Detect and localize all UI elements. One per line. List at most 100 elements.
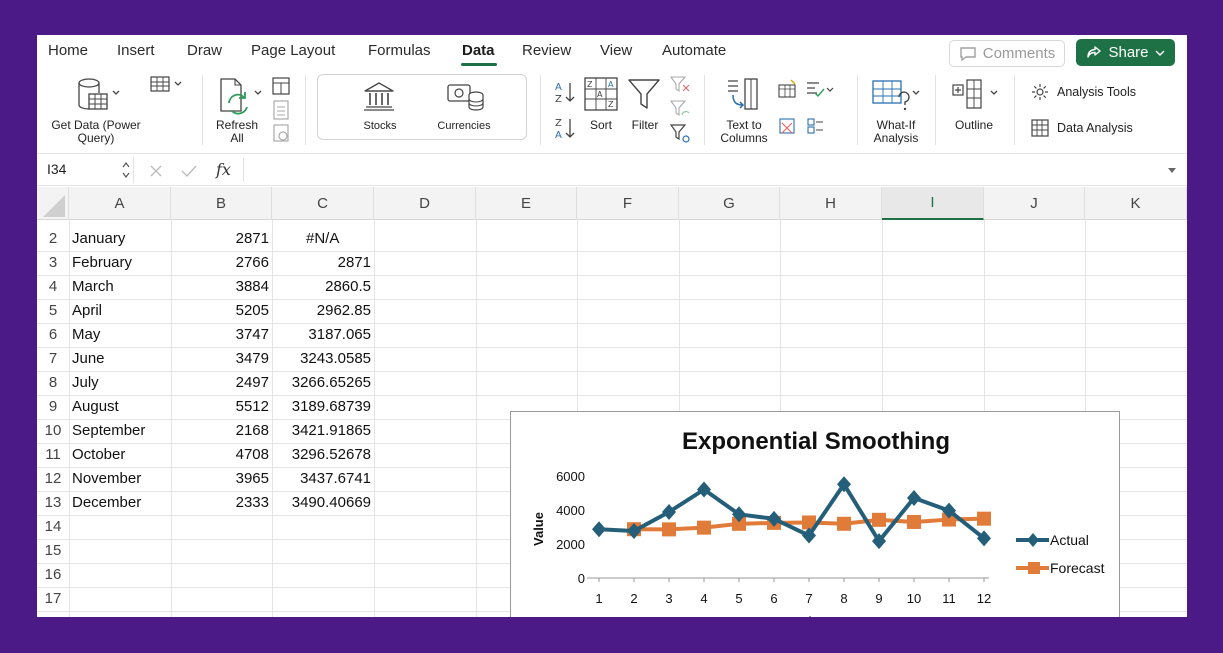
tab-view[interactable]: View bbox=[600, 42, 632, 59]
row-header[interactable]: 9 bbox=[37, 398, 69, 415]
row-header[interactable]: 8 bbox=[37, 374, 69, 391]
currencies-button[interactable] bbox=[446, 81, 486, 118]
data-analysis-button[interactable]: Data Analysis bbox=[1031, 119, 1133, 137]
row-header[interactable]: 10 bbox=[37, 422, 69, 439]
column-header-d[interactable]: D bbox=[374, 187, 476, 220]
cell-forecast[interactable]: 3490.40669 bbox=[272, 494, 371, 511]
sort-button[interactable]: Z A A Z bbox=[584, 77, 618, 116]
what-if-analysis-button[interactable] bbox=[871, 77, 923, 118]
tab-review[interactable]: Review bbox=[522, 42, 571, 59]
cell-actual[interactable]: 3747 bbox=[171, 326, 269, 343]
column-header-h[interactable]: H bbox=[780, 187, 882, 220]
row-header[interactable]: 13 bbox=[37, 494, 69, 511]
cell-month[interactable]: January bbox=[72, 230, 125, 247]
cancel-icon[interactable] bbox=[149, 164, 163, 178]
cell-actual[interactable]: 3479 bbox=[171, 350, 269, 367]
name-box-stepper-icon[interactable] bbox=[121, 160, 131, 180]
worksheet-grid[interactable]: ABCDEFGHIJK 2 January 2871 #N/A 3 February 276… bbox=[37, 187, 1187, 617]
cell-actual[interactable]: 2168 bbox=[171, 422, 269, 439]
cell-actual[interactable]: 2871 bbox=[171, 230, 269, 247]
cell-month[interactable]: April bbox=[72, 302, 102, 319]
column-header-j[interactable]: J bbox=[984, 187, 1085, 220]
cell-actual[interactable]: 3965 bbox=[171, 470, 269, 487]
row-header[interactable]: 14 bbox=[37, 518, 69, 535]
row-header[interactable]: 4 bbox=[37, 278, 69, 295]
tab-formulas[interactable]: Formulas bbox=[368, 42, 431, 59]
cell-forecast[interactable]: 3266.65265 bbox=[272, 374, 371, 391]
column-header-c[interactable]: C bbox=[272, 187, 374, 220]
exponential-smoothing-chart[interactable]: Exponential Smoothing 0 2000 4000 6000 1 2 3 4 5 6… bbox=[510, 411, 1120, 617]
column-header-g[interactable]: G bbox=[679, 187, 780, 220]
name-box[interactable]: I34 bbox=[37, 157, 134, 183]
tab-draw[interactable]: Draw bbox=[187, 42, 222, 59]
tab-page-layout[interactable]: Page Layout bbox=[251, 42, 335, 59]
tab-home[interactable]: Home bbox=[48, 42, 88, 59]
row-header[interactable]: 5 bbox=[37, 302, 69, 319]
cell-forecast[interactable]: 3437.6741 bbox=[272, 470, 371, 487]
cell-actual[interactable]: 3884 bbox=[171, 278, 269, 295]
cell-month[interactable]: September bbox=[72, 422, 145, 439]
existing-connections-button[interactable] bbox=[149, 75, 187, 100]
column-header-b[interactable]: B bbox=[171, 187, 272, 220]
cell-actual[interactable]: 2766 bbox=[171, 254, 269, 271]
column-header-i[interactable]: I bbox=[882, 187, 984, 220]
select-all-corner[interactable] bbox=[37, 187, 69, 220]
cell-forecast[interactable]: 2860.5 bbox=[272, 278, 371, 295]
cell-actual[interactable]: 2333 bbox=[171, 494, 269, 511]
cell-forecast[interactable]: 2871 bbox=[272, 254, 371, 271]
row-header[interactable]: 12 bbox=[37, 470, 69, 487]
row-header[interactable]: 15 bbox=[37, 542, 69, 559]
get-data-button[interactable] bbox=[75, 77, 123, 118]
queries-connections-button[interactable] bbox=[270, 77, 292, 150]
fx-icon[interactable]: fx bbox=[216, 160, 231, 179]
column-header-e[interactable]: E bbox=[476, 187, 577, 220]
cell-month[interactable]: February bbox=[72, 254, 132, 271]
cell-forecast[interactable]: 3296.52678 bbox=[272, 446, 371, 463]
row-header[interactable]: 7 bbox=[37, 350, 69, 367]
cell-actual[interactable]: 5512 bbox=[171, 398, 269, 415]
cell-forecast[interactable]: 3243.0585 bbox=[272, 350, 371, 367]
cell-actual[interactable]: 2497 bbox=[171, 374, 269, 391]
column-header-k[interactable]: K bbox=[1085, 187, 1187, 220]
filter-button[interactable] bbox=[627, 77, 661, 116]
cell-actual[interactable]: 5205 bbox=[171, 302, 269, 319]
row-header[interactable]: 2 bbox=[37, 230, 69, 247]
analysis-tools-button[interactable]: Analysis Tools bbox=[1031, 83, 1136, 101]
cell-month[interactable]: May bbox=[72, 326, 100, 343]
cell-forecast[interactable]: 3189.68739 bbox=[272, 398, 371, 415]
sort-ascending-button[interactable]: A Z bbox=[553, 79, 577, 110]
cell-month[interactable]: March bbox=[72, 278, 114, 295]
data-tools-buttons[interactable] bbox=[777, 79, 841, 150]
outline-button[interactable] bbox=[951, 77, 1003, 118]
cell-month[interactable]: August bbox=[72, 398, 119, 415]
text-to-columns-button[interactable] bbox=[725, 77, 761, 118]
row-header[interactable]: 6 bbox=[37, 326, 69, 343]
cell-month[interactable]: June bbox=[72, 350, 105, 367]
column-header-a[interactable]: A bbox=[69, 187, 171, 220]
tab-automate[interactable]: Automate bbox=[662, 42, 726, 59]
row-header[interactable]: 17 bbox=[37, 590, 69, 607]
row-header[interactable]: 11 bbox=[37, 446, 69, 463]
row-header[interactable]: 3 bbox=[37, 254, 69, 271]
share-button[interactable]: Share bbox=[1076, 39, 1175, 66]
filter-options-buttons[interactable] bbox=[669, 75, 691, 152]
row-header[interactable]: 16 bbox=[37, 566, 69, 583]
stocks-button[interactable] bbox=[362, 81, 396, 116]
comments-button[interactable]: Comments bbox=[949, 40, 1065, 67]
cell-forecast[interactable]: 3421.91865 bbox=[272, 422, 371, 439]
tab-data[interactable]: Data bbox=[462, 42, 495, 59]
cell-actual[interactable]: 4708 bbox=[171, 446, 269, 463]
refresh-all-button[interactable] bbox=[215, 77, 265, 120]
cell-month[interactable]: July bbox=[72, 374, 99, 391]
tab-insert[interactable]: Insert bbox=[117, 42, 155, 59]
column-header-f[interactable]: F bbox=[577, 187, 679, 220]
chevron-down-icon[interactable] bbox=[1167, 167, 1177, 175]
cell-forecast[interactable]: #N/A bbox=[306, 230, 339, 247]
cell-month[interactable]: November bbox=[72, 470, 141, 487]
confirm-icon[interactable] bbox=[180, 164, 198, 178]
cell-month[interactable]: October bbox=[72, 446, 125, 463]
cell-month[interactable]: December bbox=[72, 494, 141, 511]
cell-forecast[interactable]: 3187.065 bbox=[272, 326, 371, 343]
cell-forecast[interactable]: 2962.85 bbox=[272, 302, 371, 319]
sort-descending-button[interactable]: Z A bbox=[553, 115, 577, 146]
